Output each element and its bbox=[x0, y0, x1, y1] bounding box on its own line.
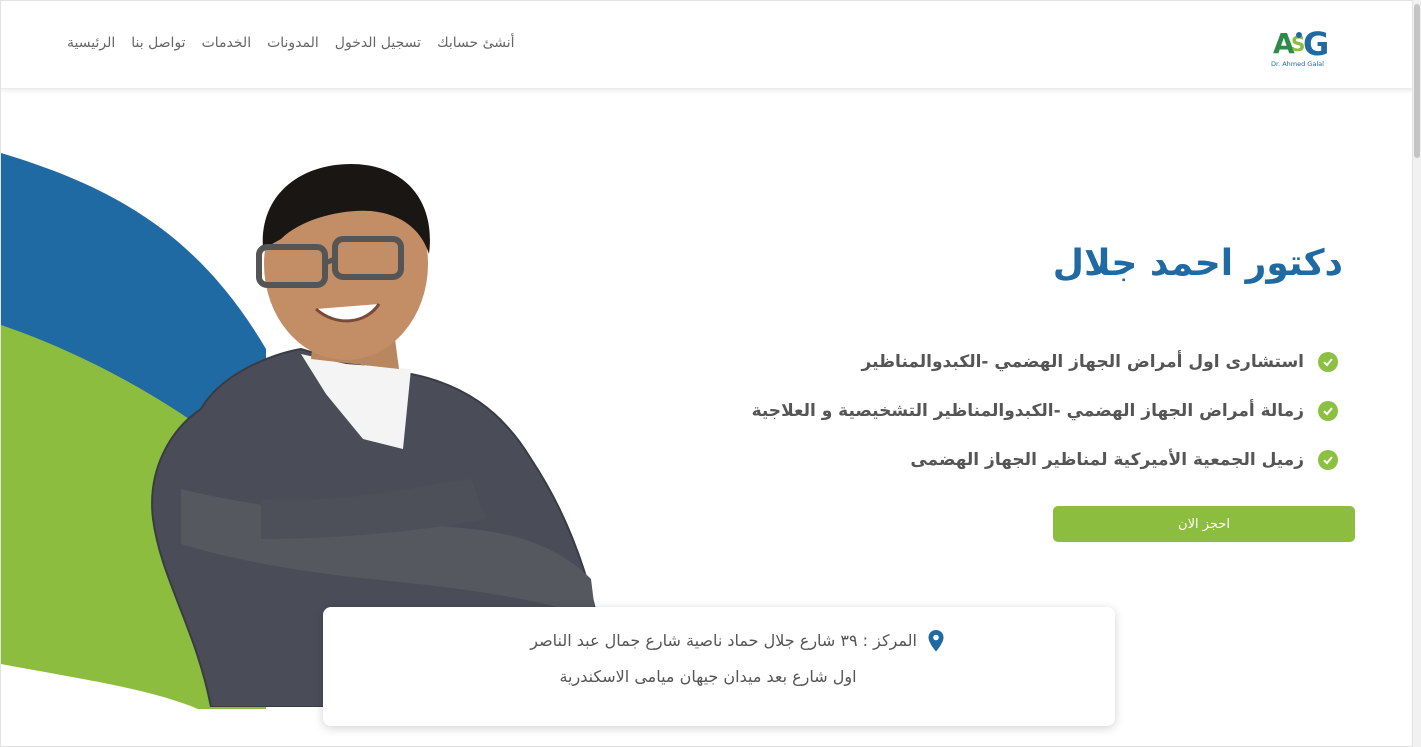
logo-letter-g: G bbox=[1303, 25, 1329, 63]
check-circle-icon bbox=[1318, 400, 1338, 421]
address-line-2: اول شارع بعد ميدان جيهان ميامى الاسكندري… bbox=[559, 667, 857, 686]
address-card: المركز : ٣٩ شارع جلال حماد ناصية شارع جم… bbox=[323, 607, 1115, 726]
nav-home[interactable]: الرئيسية bbox=[67, 35, 115, 51]
address-line-1: المركز : ٣٩ شارع جلال حماد ناصية شارع جم… bbox=[530, 631, 917, 650]
credential-item: زميل الجمعية الأميركية لمناظير الجهاز ال… bbox=[752, 435, 1338, 484]
credential-item: زمالة أمراض الجهاز الهضمي -الكبدوالمناظي… bbox=[752, 386, 1338, 435]
credential-text: زميل الجمعية الأميركية لمناظير الجهاز ال… bbox=[910, 449, 1304, 470]
logo-dot bbox=[1296, 32, 1302, 38]
nav-links: الرئيسية تواصل بنا الخدمات المدونات تسجي… bbox=[67, 35, 515, 51]
credentials-list: استشارى اول أمراض الجهاز الهضمي -الكبدوا… bbox=[752, 337, 1338, 484]
nav-contact[interactable]: تواصل بنا bbox=[131, 35, 185, 51]
logo-caption: Dr. Ahmed Galal bbox=[1271, 60, 1324, 68]
nav-blogs[interactable]: المدونات bbox=[267, 35, 319, 51]
credential-text: استشارى اول أمراض الجهاز الهضمي -الكبدوا… bbox=[861, 351, 1304, 372]
hero-title: دكتور احمد جلال bbox=[1052, 243, 1343, 284]
nav-register[interactable]: أنشئ حسابك bbox=[437, 35, 515, 51]
book-now-button[interactable]: احجز الان bbox=[1053, 506, 1355, 542]
credential-item: استشارى اول أمراض الجهاز الهضمي -الكبدوا… bbox=[752, 337, 1338, 386]
nav-login[interactable]: تسجيل الدخول bbox=[335, 35, 421, 51]
credential-text: زمالة أمراض الجهاز الهضمي -الكبدوالمناظي… bbox=[751, 400, 1304, 421]
vertical-scrollbar[interactable] bbox=[1413, 0, 1421, 747]
check-circle-icon bbox=[1318, 449, 1338, 470]
map-pin-icon bbox=[928, 630, 944, 652]
site-logo[interactable]: A S G Dr. Ahmed Galal bbox=[1269, 21, 1341, 69]
scrollbar-thumb[interactable] bbox=[1414, 4, 1420, 158]
check-circle-icon bbox=[1318, 351, 1338, 372]
navbar: الرئيسية تواصل بنا الخدمات المدونات تسجي… bbox=[1, 1, 1412, 89]
page: الرئيسية تواصل بنا الخدمات المدونات تسجي… bbox=[0, 0, 1413, 747]
nav-services[interactable]: الخدمات bbox=[202, 35, 252, 51]
